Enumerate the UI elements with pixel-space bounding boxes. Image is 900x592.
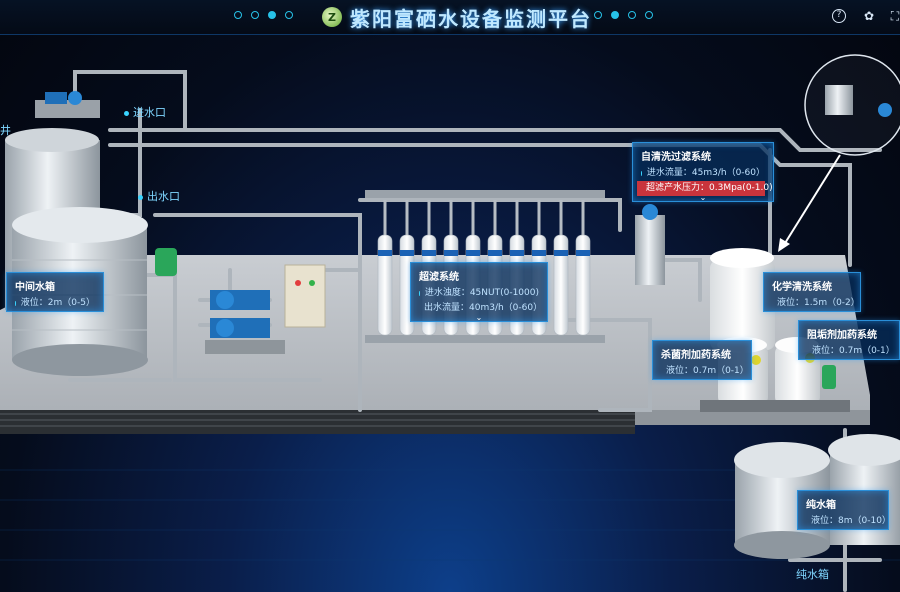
deco-dot	[234, 11, 242, 19]
panel-row: 进水浊度：45NUT(0-1000)	[419, 286, 539, 301]
title-group: Z 紫阳富硒水设备监测平台	[322, 4, 592, 31]
help-icon[interactable]: ?	[832, 9, 846, 23]
panel-value: 液位：0.7m（0-1）	[666, 366, 749, 376]
panel-title: 自清洗过滤系统	[641, 152, 711, 163]
pointer-arrow	[781, 154, 841, 249]
label-dot-icon	[138, 194, 143, 200]
fullscreen-icon[interactable]: ⛶	[888, 9, 900, 23]
chevron-down-icon[interactable]: ⌄	[476, 313, 483, 322]
self-clean-filter	[635, 204, 665, 285]
deco-dot	[611, 11, 619, 19]
label-outlet: 出水口	[138, 188, 180, 204]
alarm-value: 超滤产水压力：0.3Mpa(0-1.0)	[646, 183, 773, 193]
zoom-inset	[804, 54, 900, 156]
panel-value: 液位：0.7m（0-1）	[812, 346, 895, 356]
panel-row: 液位：0.7m（0-1）	[807, 344, 895, 359]
panel-row: 液位：1.5m（0-2）	[772, 296, 860, 311]
label-pure-tank: 纯水箱	[796, 566, 829, 582]
panel-value: 液位：1.5m（0-2）	[777, 298, 860, 308]
panel-value: 出水流量：40m3/h（0-60）	[424, 303, 543, 313]
panel-title: 杀菌剂加药系统	[661, 350, 731, 361]
panel-ultrafiltration[interactable]: 超滤系统 进水浊度：45NUT(0-1000) 出水流量：40m3/h（0-60…	[410, 262, 548, 322]
label-text: 井	[0, 124, 11, 137]
header-dots-left	[234, 11, 293, 19]
brand-logo-icon: Z	[322, 7, 342, 27]
label-text: 纯水箱	[796, 568, 829, 581]
panel-sterilize[interactable]: 杀菌剂加药系统 液位：0.7m（0-1）	[652, 340, 752, 380]
panel-title: 化学清洗系统	[772, 282, 832, 293]
label-inlet: 进水口	[124, 104, 166, 120]
panel-title: 阻垢剂加药系统	[807, 330, 877, 341]
logo-letter: Z	[328, 10, 336, 24]
panel-value: 液位：2m（0-5）	[20, 298, 95, 308]
label-text: 进水口	[133, 106, 166, 119]
bullet-icon	[419, 291, 420, 296]
panel-self-clean[interactable]: 自清洗过滤系统 进水流量：45m3/h（0-60） 超滤产水压力：0.3Mpa(…	[632, 142, 774, 202]
theme-palette-icon[interactable]: ✿	[862, 9, 876, 23]
deco-dot	[594, 11, 602, 19]
control-cabinet	[284, 264, 326, 328]
deco-dot	[251, 11, 259, 19]
panel-title: 超滤系统	[419, 272, 459, 283]
scene: Z 紫阳富硒水设备监测平台 ? ✿ ⛶ 井 进水口 出水口 纯水箱 中间水箱 液…	[0, 0, 900, 592]
header-dots-right	[594, 11, 653, 19]
bullet-icon	[15, 301, 16, 306]
bullet-icon	[641, 171, 642, 176]
label-dot-icon	[124, 110, 129, 116]
page-title: 紫阳富硒水设备监测平台	[350, 6, 592, 31]
panel-row: 液位：0.7m（0-1）	[661, 364, 749, 379]
label-text: 出水口	[147, 190, 180, 203]
panel-value: 液位：8m（0-10）	[811, 516, 891, 526]
panel-value: 进水浊度：45NUT(0-1000)	[424, 288, 539, 298]
label-well: 井	[0, 122, 11, 138]
panel-value: 进水流量：45m3/h（0-60）	[646, 168, 765, 178]
panel-row: 液位：8m（0-10）	[806, 514, 891, 529]
panel-title: 中间水箱	[15, 282, 55, 293]
top-bar: Z 紫阳富硒水设备监测平台 ? ✿ ⛶	[0, 0, 900, 35]
panel-chem-clean[interactable]: 化学清洗系统 液位：1.5m（0-2）	[763, 272, 861, 312]
chevron-down-icon[interactable]: ⌄	[700, 193, 707, 202]
top-pump-skid	[35, 91, 100, 118]
deco-dot	[285, 11, 293, 19]
panel-pure-tank[interactable]: 纯水箱 液位：8m（0-10）	[797, 490, 891, 530]
panel-title: 纯水箱	[806, 500, 836, 511]
deco-dot	[628, 11, 636, 19]
panel-row: 进水流量：45m3/h（0-60）	[641, 166, 765, 181]
panel-scale-inhibitor[interactable]: 阻垢剂加药系统 液位：0.7m（0-1）	[798, 320, 900, 360]
panel-middle-tank[interactable]: 中间水箱 液位：2m（0-5）	[6, 272, 104, 312]
panel-row: 液位：2m（0-5）	[15, 296, 95, 311]
deco-dot	[268, 11, 276, 19]
deco-dot	[645, 11, 653, 19]
